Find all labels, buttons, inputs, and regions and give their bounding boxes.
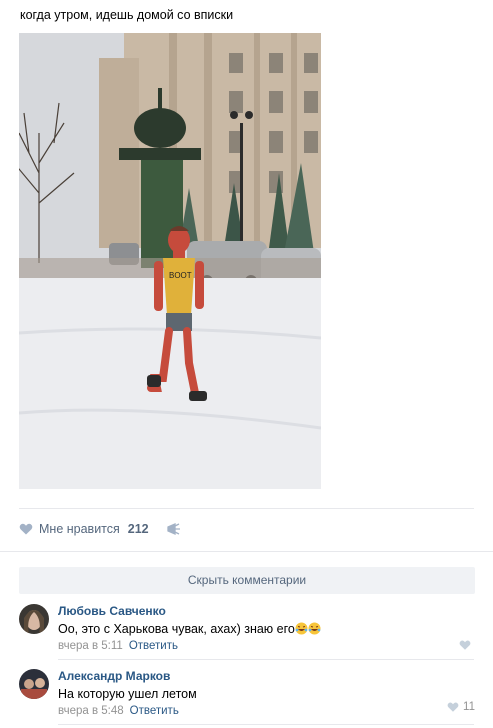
laughing-emoji-icon xyxy=(295,622,308,635)
comment-author[interactable]: Александр Марков xyxy=(58,669,475,684)
comment-text-content: Оо, это с Харькова чувак, ахах) знаю его xyxy=(58,622,295,636)
svg-text:BOOT: BOOT xyxy=(169,271,192,280)
heart-icon xyxy=(447,702,459,712)
laughing-emoji-icon xyxy=(308,622,321,635)
comment-item: Любовь Савченко Оо, это с Харькова чувак… xyxy=(19,604,475,654)
divider xyxy=(58,659,474,660)
like-button[interactable]: Мне нравится 212 xyxy=(19,522,181,536)
photo-image: BOOT xyxy=(19,33,321,489)
heart-icon xyxy=(459,640,471,650)
avatar[interactable] xyxy=(19,669,49,699)
comment-meta: вчера в 5:11 Ответить xyxy=(58,639,475,654)
heart-icon xyxy=(19,523,33,535)
reply-button[interactable]: Ответить xyxy=(130,705,179,717)
comment-text: Оо, это с Харькова чувак, ахах) знаю его xyxy=(58,621,475,637)
share-icon[interactable] xyxy=(166,522,181,536)
comment-like-button[interactable] xyxy=(459,639,475,651)
post-photo[interactable]: BOOT xyxy=(19,33,321,489)
comment-item: Александр Марков На которую ушел летом в… xyxy=(19,669,475,719)
hide-comments-button[interactable]: Скрыть комментарии xyxy=(19,567,475,594)
divider xyxy=(19,508,474,509)
comment-time[interactable]: вчера в 5:11 xyxy=(58,640,123,652)
comment-time[interactable]: вчера в 5:48 xyxy=(58,705,124,717)
reply-button[interactable]: Ответить xyxy=(129,640,178,652)
divider xyxy=(0,551,493,552)
comment-like-count: 11 xyxy=(463,701,475,713)
like-count: 212 xyxy=(127,522,149,536)
post-text: когда утром, идешь домой со вписки xyxy=(20,8,234,22)
comment-meta: вчера в 5:48 Ответить xyxy=(58,704,475,719)
divider xyxy=(58,724,474,725)
avatar[interactable] xyxy=(19,604,49,634)
comment-author[interactable]: Любовь Савченко xyxy=(58,604,475,619)
comment-like-button[interactable]: 11 xyxy=(447,701,475,713)
like-label: Мне нравится xyxy=(39,522,120,536)
comment-text: На которую ушел летом xyxy=(58,687,197,701)
